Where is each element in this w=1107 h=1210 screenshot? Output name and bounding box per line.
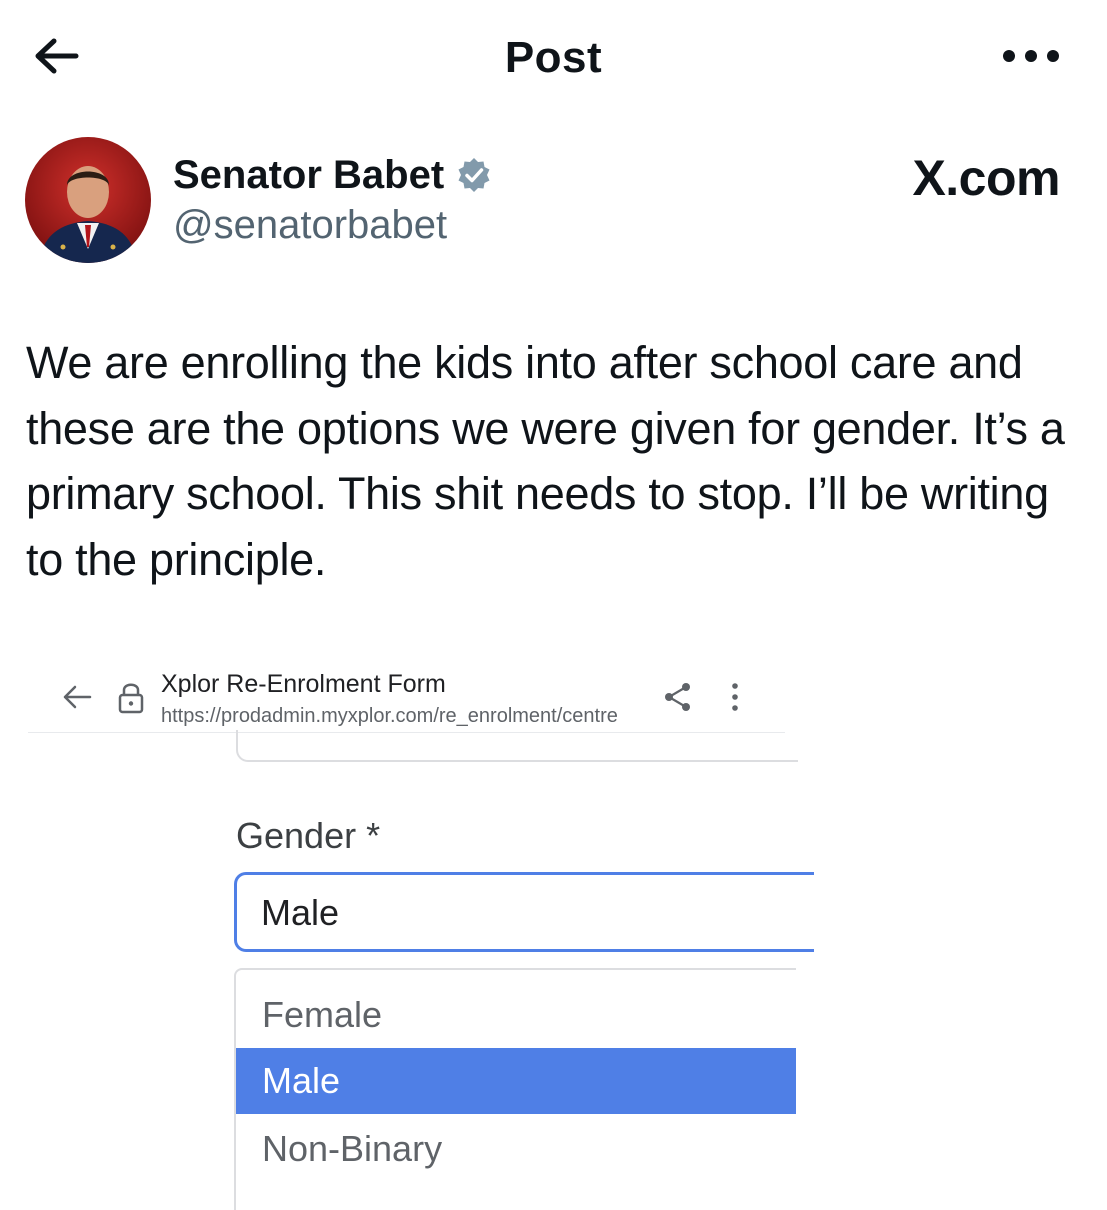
site-watermark: X.com bbox=[912, 150, 1060, 206]
gender-dropdown: Female Male Non-Binary bbox=[234, 968, 796, 1210]
verified-icon bbox=[458, 158, 490, 192]
author-handle[interactable]: @senatorbabet bbox=[173, 200, 447, 250]
author-name-text: Senator Babet bbox=[173, 153, 445, 197]
more-icon bbox=[1003, 50, 1059, 62]
browser-back-button[interactable] bbox=[60, 680, 94, 714]
lock-icon bbox=[116, 680, 146, 714]
avatar-image bbox=[25, 137, 151, 263]
browser-url[interactable]: https://prodadmin.myxplor.com/re_enrolme… bbox=[161, 702, 641, 730]
option-male[interactable]: Male bbox=[236, 1048, 796, 1114]
option-female[interactable]: Female bbox=[236, 982, 796, 1048]
option-label: Non-Binary bbox=[262, 1128, 443, 1169]
gender-select[interactable]: Male bbox=[234, 872, 814, 952]
browser-back-icon bbox=[63, 685, 92, 709]
share-icon[interactable] bbox=[662, 680, 694, 714]
option-partial[interactable] bbox=[236, 1182, 796, 1210]
post-text: We are enrolling the kids into after sch… bbox=[26, 337, 1065, 585]
browser-page-title: Xplor Re-Enrolment Form bbox=[161, 670, 446, 698]
avatar[interactable] bbox=[25, 137, 151, 263]
option-label: Female bbox=[262, 994, 383, 1035]
gender-label: Gender * bbox=[236, 815, 381, 856]
kebab-menu-icon[interactable] bbox=[722, 680, 748, 714]
page-title: Post bbox=[504, 33, 603, 82]
previous-field-edge bbox=[236, 730, 798, 762]
author-name[interactable]: Senator Babet bbox=[173, 150, 492, 200]
option-non-binary[interactable]: Non-Binary bbox=[236, 1116, 796, 1182]
more-options-button[interactable] bbox=[996, 34, 1066, 78]
option-label: Male bbox=[262, 1060, 341, 1101]
gender-select-value: Male bbox=[261, 892, 340, 933]
